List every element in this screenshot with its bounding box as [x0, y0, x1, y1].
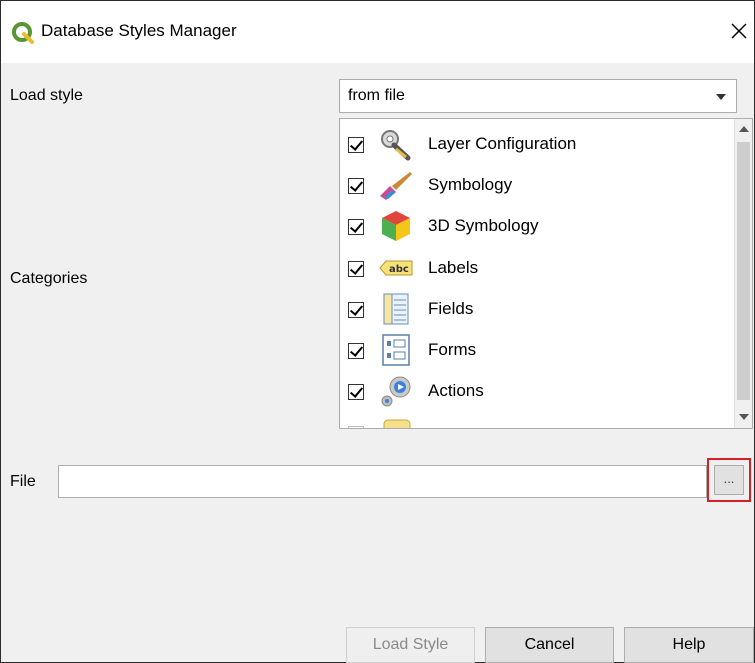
folder-icon — [383, 419, 411, 428]
category-label: Fields — [428, 299, 474, 318]
file-path-input[interactable] — [58, 465, 707, 498]
categories-label: Categories — [10, 270, 88, 287]
help-button[interactable]: Help — [624, 627, 754, 663]
title-bar: Database Styles Manager — [1, 1, 754, 63]
chevron-down-icon — [716, 94, 726, 100]
categories-scrollbar[interactable] — [734, 119, 752, 428]
category-label: Layer Configuration — [428, 134, 577, 153]
category-label: Forms — [428, 340, 477, 359]
load-style-value: from file — [348, 87, 405, 104]
category-item-partial[interactable] — [340, 414, 730, 428]
category-checkbox[interactable] — [348, 302, 364, 318]
category-item-symbology[interactable]: Symbology — [340, 166, 730, 206]
category-checkbox[interactable] — [348, 137, 364, 153]
category-label: Labels — [428, 258, 479, 277]
load-style-button[interactable]: Load Style — [346, 627, 475, 663]
labels-abc-icon: abc — [379, 260, 413, 276]
load-style-dropdown[interactable]: from file — [339, 79, 737, 113]
layer-configuration-icon — [381, 130, 411, 161]
browse-button[interactable]: ... — [714, 465, 744, 495]
category-item-fields[interactable]: Fields — [340, 290, 730, 330]
svg-text:abc: abc — [389, 264, 409, 275]
close-icon[interactable] — [727, 19, 751, 43]
categories-list[interactable]: Layer Configuration Symbology 3D Symbolo… — [339, 118, 753, 429]
scrollbar-thumb[interactable] — [737, 142, 750, 400]
3d-cube-icon — [382, 211, 410, 241]
scroll-down-arrow-icon[interactable] — [739, 414, 749, 420]
symbology-brush-icon — [380, 172, 412, 200]
category-label: Actions — [428, 381, 484, 400]
forms-icon — [382, 334, 410, 366]
category-label: Symbology — [428, 175, 513, 194]
category-checkbox[interactable] — [348, 343, 364, 359]
category-item-layer-configuration[interactable]: Layer Configuration — [340, 125, 730, 165]
scroll-up-arrow-icon[interactable] — [739, 126, 749, 132]
category-label: 3D Symbology — [428, 216, 539, 235]
cancel-button[interactable]: Cancel — [485, 627, 614, 663]
category-item-labels[interactable]: abc Labels — [340, 249, 730, 289]
qgis-logo-icon — [12, 22, 34, 44]
file-label: File — [10, 473, 36, 490]
category-item-forms[interactable]: Forms — [340, 331, 730, 371]
load-style-label: Load style — [10, 87, 83, 104]
category-checkbox[interactable] — [348, 261, 364, 277]
category-checkbox[interactable] — [348, 384, 364, 400]
dialog-window: Database Styles Manager Load style from … — [0, 0, 755, 663]
category-item-actions[interactable]: Actions — [340, 372, 730, 412]
category-item-3d-symbology[interactable]: 3D Symbology — [340, 207, 730, 247]
window-title: Database Styles Manager — [41, 21, 237, 40]
category-checkbox[interactable] — [348, 178, 364, 194]
fields-icon — [383, 293, 409, 325]
actions-icon — [381, 376, 411, 407]
category-checkbox[interactable] — [348, 426, 364, 428]
category-checkbox[interactable] — [348, 219, 364, 235]
